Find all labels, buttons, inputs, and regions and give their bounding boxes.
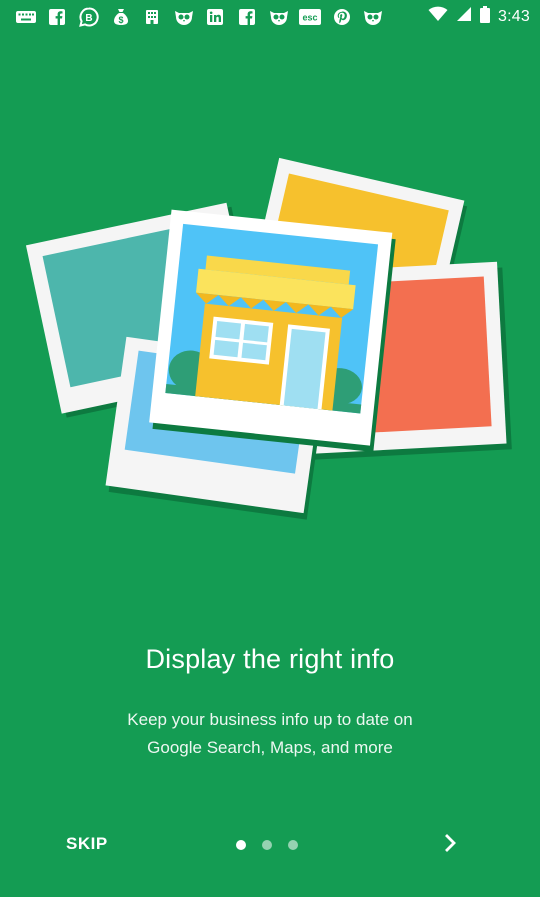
clock: 3:43 [498,7,530,25]
bbm-icon: B [73,6,105,28]
business-photos-illustration [25,157,512,520]
owl-icon [263,6,295,28]
facebook-icon [42,6,74,28]
facebook-icon [231,6,263,28]
keyboard-icon [10,6,42,28]
onboarding-title: Display the right info [145,644,395,674]
next-button[interactable] [432,826,470,864]
linkedin-icon [200,6,232,28]
subtitle-line: Google Search, Maps, and more [147,738,393,757]
esc-icon: esc [294,6,326,28]
notification-icons: B $ esc [10,6,389,28]
pinterest-icon [326,6,358,28]
status-bar: B $ esc 3:43 [0,0,540,33]
chevron-right-icon [443,833,459,857]
svg-text:B: B [85,13,92,24]
owl-icon [168,6,200,28]
page-dot [262,840,272,850]
wifi-icon [428,6,448,27]
building-icon [136,6,168,28]
status-right: 3:43 [428,0,530,33]
subtitle-line: Keep your business info up to date on [127,710,413,729]
skip-button[interactable]: SKIP [48,826,126,862]
signal-icon [456,6,472,27]
photo-storefront [149,209,396,453]
onboarding-footer: SKIP [0,818,540,872]
page-indicator [236,840,298,850]
svg-text:$: $ [118,15,123,25]
battery-icon [480,5,491,28]
money-bag-icon: $ [105,6,137,28]
page-dot-active [236,840,246,850]
owl-icon [358,6,390,28]
page-dot [288,840,298,850]
svg-text:esc: esc [303,12,318,22]
onboarding-subtitle: Keep your business info up to date on Go… [60,706,480,762]
